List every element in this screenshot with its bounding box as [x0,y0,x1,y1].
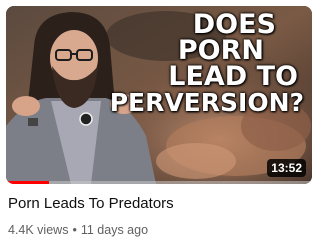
view-count: 4.4K views [8,223,69,237]
duration-badge: 13:52 [267,159,306,177]
video-card[interactable]: DOES PORN LEAD TO PERVERSION? 13:52 Porn… [0,0,318,245]
thumbnail-headline: DOES PORN LEAD TO PERVERSION? [84,11,304,117]
video-metadata: 4.4K views • 11 days ago [8,223,148,237]
watch-progress-bar [6,181,312,184]
upload-age: 11 days ago [80,223,149,237]
video-thumbnail[interactable]: DOES PORN LEAD TO PERVERSION? 13:52 [6,6,312,184]
meta-separator: • [72,223,77,237]
headline-line: PERVERSION? [109,88,304,117]
headline-line: LEAD TO [168,61,298,92]
video-title[interactable]: Porn Leads To Predators [8,195,174,212]
watch-progress-fill [6,181,49,184]
